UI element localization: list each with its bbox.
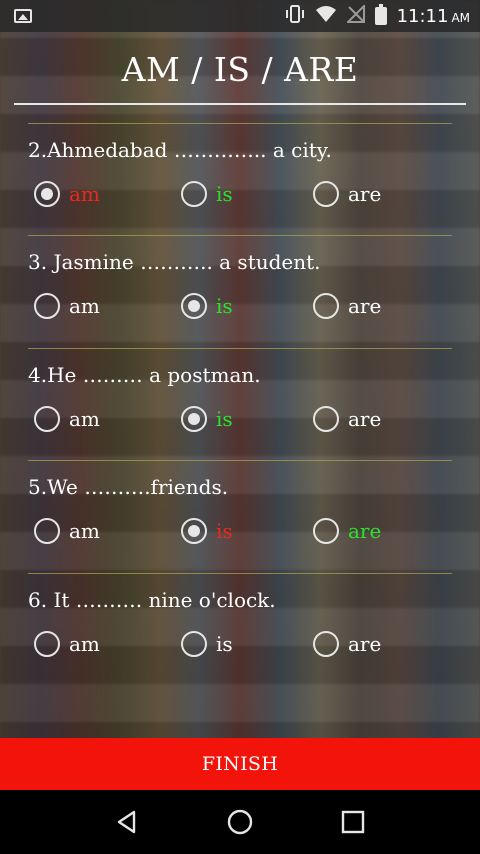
radio-option-label: is (216, 519, 233, 543)
finish-button[interactable]: FINISH (0, 738, 480, 790)
radio-unchecked-icon[interactable] (34, 630, 60, 657)
clock: 11:11 AM (397, 6, 470, 27)
image-icon (14, 9, 32, 23)
radio-option-am[interactable]: am (34, 626, 100, 662)
radio-checked-icon[interactable] (181, 293, 207, 319)
radio-option-am[interactable]: am (34, 401, 100, 437)
answer-options: am is are (0, 626, 480, 662)
radio-unchecked-icon[interactable] (313, 293, 339, 319)
radio-unchecked-icon[interactable] (34, 293, 60, 319)
radio-option-label: am (69, 519, 100, 543)
header: AM / IS / ARE (0, 32, 480, 106)
radio-checked-icon[interactable] (181, 518, 207, 544)
back-icon (117, 810, 135, 834)
recents-icon (342, 810, 365, 834)
radio-option-label: are (348, 631, 382, 656)
radio-unchecked-icon[interactable] (313, 405, 339, 432)
question-item: 5.We ……….friends. am is are (0, 461, 480, 574)
question-list-content: 1.It …………….. an onion.amisare2.Ahmedabad… (0, 106, 480, 686)
recents-button[interactable] (333, 802, 373, 842)
radio-option-label: are (348, 294, 382, 318)
radio-option-is[interactable]: is (181, 513, 233, 549)
radio-option-is[interactable]: is (181, 401, 233, 437)
finish-button-label: FINISH (201, 753, 279, 775)
radio-option-label: is (216, 294, 233, 318)
radio-option-label: am (69, 406, 100, 431)
radio-option-are[interactable]: are (313, 176, 381, 212)
clock-time: 11:11 (396, 5, 449, 27)
wifi-icon (315, 5, 337, 27)
radio-option-label: is (216, 631, 233, 656)
radio-option-label: is (216, 406, 233, 431)
question-text: 5.We ……….friends. (28, 475, 229, 499)
radio-option-am[interactable]: am (34, 176, 100, 212)
question-list[interactable]: 1.It …………….. an onion.amisare2.Ahmedabad… (0, 106, 480, 738)
navigation-bar (0, 790, 480, 854)
radio-unchecked-icon[interactable] (181, 180, 207, 207)
radio-option-are[interactable]: are (313, 626, 381, 662)
radio-option-label: are (348, 519, 382, 543)
question-text: 4.He ……… a postman. (28, 362, 261, 387)
status-bar: 11:11 AM (0, 0, 480, 32)
answer-options: am is are (0, 513, 480, 549)
question-item: 6. It ………. nine o'clock. am is are (0, 574, 480, 687)
vibrate-icon (285, 5, 305, 27)
radio-unchecked-icon[interactable] (313, 180, 339, 207)
no-signal-icon (345, 3, 365, 27)
radio-unchecked-icon[interactable] (34, 405, 60, 432)
header-divider (14, 103, 466, 105)
question-text: 2.Ahmedabad ………….. a city. (28, 137, 332, 162)
radio-option-am[interactable]: am (34, 288, 100, 324)
question-text: 3. Jasmine ……….. a student. (28, 250, 321, 274)
radio-option-am[interactable]: am (34, 513, 100, 549)
radio-option-label: am (69, 181, 100, 206)
answer-options: am is are (0, 288, 480, 324)
radio-option-is[interactable]: is (181, 626, 233, 662)
page-title: AM / IS / ARE (121, 49, 359, 89)
answer-options: am is are (0, 176, 480, 212)
radio-option-are[interactable]: are (313, 288, 381, 324)
radio-option-label: are (348, 181, 382, 206)
question-text: 6. It ………. nine o'clock. (28, 587, 276, 612)
back-button[interactable] (107, 802, 147, 842)
radio-unchecked-icon[interactable] (313, 630, 339, 657)
radio-option-is[interactable]: is (181, 176, 233, 212)
radio-option-is[interactable]: is (181, 288, 233, 324)
radio-unchecked-icon[interactable] (313, 518, 339, 544)
home-button[interactable] (220, 802, 260, 842)
radio-checked-icon[interactable] (34, 180, 60, 207)
radio-unchecked-icon[interactable] (34, 518, 60, 544)
radio-checked-icon[interactable] (181, 405, 207, 432)
radio-option-label: am (69, 294, 100, 318)
question-item: 2.Ahmedabad ………….. a city. am is are (0, 124, 480, 236)
radio-option-label: am (69, 631, 100, 656)
question-item: 3. Jasmine ……….. a student. am is are (0, 236, 480, 349)
radio-unchecked-icon[interactable] (181, 630, 207, 657)
radio-option-are[interactable]: are (313, 401, 381, 437)
radio-option-label: is (216, 181, 233, 206)
battery-icon (374, 4, 387, 25)
home-icon (227, 809, 253, 835)
question-item: 1.It …………….. an onion.amisare (0, 106, 480, 124)
radio-option-label: are (348, 406, 382, 431)
clock-ampm: AM (451, 10, 470, 25)
radio-option-are[interactable]: are (313, 513, 381, 549)
question-item: 4.He ……… a postman. am is are (0, 349, 480, 461)
answer-options: am is are (0, 401, 480, 437)
